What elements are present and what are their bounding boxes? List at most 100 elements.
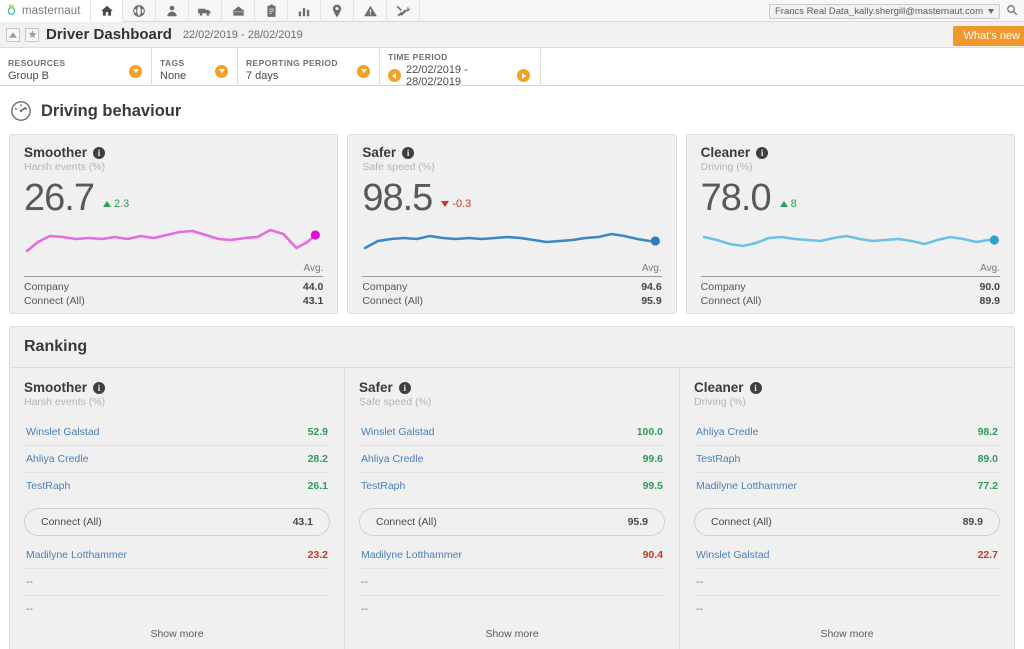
chevron-down-icon[interactable]: [129, 65, 142, 78]
connect-all-pill: Connect (All) 43.1: [24, 508, 330, 536]
driver-name[interactable]: --: [361, 603, 368, 615]
ranking-row[interactable]: Ahliya Credle 99.6: [359, 446, 665, 473]
collapse-panel-button[interactable]: [6, 27, 20, 42]
triangle-up-icon: [102, 201, 111, 207]
connect-all-label: Connect (All): [711, 516, 772, 528]
card-safer-row-company: Company 94.6: [362, 280, 661, 294]
nav-bar-chart-icon[interactable]: [288, 0, 321, 22]
ranking-row[interactable]: TestRaph 89.0: [694, 446, 1000, 473]
row-value: 43.1: [302, 295, 324, 308]
driver-score: 89.0: [977, 453, 998, 465]
card-smoother-delta: 2.3: [102, 198, 129, 210]
previous-period-button[interactable]: [388, 69, 401, 82]
row-label: Connect (All): [24, 295, 85, 308]
masternaut-logo[interactable]: masternaut: [0, 0, 90, 22]
ranking-smoother-title: Smoother: [24, 380, 88, 395]
row-label: Company: [24, 281, 69, 293]
ranking-row[interactable]: TestRaph 99.5: [359, 473, 665, 499]
whats-new-button[interactable]: What's new: [953, 26, 1024, 46]
info-icon[interactable]: i: [756, 146, 769, 159]
show-more-button[interactable]: Show more: [694, 622, 1000, 647]
ranking-row[interactable]: Winslet Galstad 52.9: [24, 419, 330, 446]
next-period-button[interactable]: [517, 69, 530, 82]
ranking-row[interactable]: Ahliya Credle 28.2: [24, 446, 330, 473]
ranking-row[interactable]: --: [24, 596, 330, 622]
card-smoother-row-company: Company 44.0: [24, 280, 323, 294]
search-icon[interactable]: [1006, 4, 1018, 19]
driver-score: 23.2: [307, 549, 328, 561]
nav-map-pin-icon[interactable]: [321, 0, 354, 22]
card-smoother-row-connect: Connect (All) 43.1: [24, 294, 323, 308]
ranking-row[interactable]: --: [694, 569, 1000, 596]
ranking-row[interactable]: Winslet Galstad 100.0: [359, 419, 665, 446]
show-more-button[interactable]: Show more: [359, 622, 665, 647]
driver-name[interactable]: TestRaph: [361, 480, 405, 492]
nav-clipboard-icon[interactable]: [255, 0, 288, 22]
favourite-star-icon[interactable]: [25, 27, 39, 42]
ranking-row[interactable]: --: [694, 596, 1000, 622]
driver-name[interactable]: TestRaph: [696, 453, 740, 465]
ranking-row[interactable]: Ahliya Credle 98.2: [694, 419, 1000, 446]
info-icon[interactable]: i: [749, 381, 762, 394]
card-cleaner-delta-value: 8: [790, 198, 797, 210]
show-more-button[interactable]: Show more: [24, 622, 330, 647]
filter-reporting-period[interactable]: REPORTING PERIOD 7 days: [238, 48, 380, 86]
nav-truck-icon[interactable]: [189, 0, 222, 22]
ranking-row[interactable]: Madilyne Lotthammer 90.4: [359, 542, 665, 569]
driver-name[interactable]: --: [26, 576, 33, 588]
filter-time-period[interactable]: TIME PERIOD 22/02/2019 - 28/02/2019: [380, 48, 541, 88]
nav-envelope-icon[interactable]: [222, 0, 255, 22]
info-icon[interactable]: i: [398, 381, 411, 394]
card-safer: Safer i Safe speed (%) 98.5 -0.3 Avg. Co…: [347, 134, 677, 314]
ranking-row[interactable]: Madilyne Lotthammer 23.2: [24, 542, 330, 569]
filter-resources-value: Group B: [8, 69, 49, 82]
info-icon[interactable]: i: [93, 381, 106, 394]
driver-name[interactable]: Ahliya Credle: [26, 453, 88, 465]
driver-name[interactable]: Winslet Galstad: [361, 426, 435, 438]
nav-tools-icon[interactable]: [387, 0, 420, 22]
ranking-header: Ranking: [10, 327, 1014, 368]
ranking-row[interactable]: --: [359, 569, 665, 596]
driver-name[interactable]: Madilyne Lotthammer: [26, 549, 127, 561]
driver-name[interactable]: Madilyne Lotthammer: [361, 549, 462, 561]
card-safer-delta-value: -0.3: [452, 198, 472, 210]
driver-name[interactable]: --: [696, 576, 703, 588]
ranking-column-smoother: Smoother i Harsh events (%) Winslet Gals…: [10, 368, 345, 649]
driver-name[interactable]: Winslet Galstad: [26, 426, 100, 438]
driver-name[interactable]: Ahliya Credle: [696, 426, 758, 438]
driver-name[interactable]: --: [361, 576, 368, 588]
filter-resources[interactable]: RESOURCES Group B: [0, 48, 152, 86]
sparkline-safer: [362, 217, 661, 263]
page-header: Driver Dashboard 22/02/2019 - 28/02/2019…: [0, 22, 1024, 48]
card-cleaner-avg-header: Avg.: [980, 263, 1000, 274]
filter-tags[interactable]: TAGS None: [152, 48, 238, 86]
nav-person-icon[interactable]: [156, 0, 189, 22]
ranking-row[interactable]: Winslet Galstad 22.7: [694, 542, 1000, 569]
chevron-down-icon[interactable]: [215, 65, 228, 78]
card-smoother-value: 26.7: [24, 177, 95, 219]
driver-name[interactable]: --: [26, 603, 33, 615]
ranking-row[interactable]: --: [359, 596, 665, 622]
user-account-dropdown[interactable]: Francs Real Data_kally.shergill@masterna…: [769, 3, 1000, 19]
nav-home-icon[interactable]: [90, 0, 123, 22]
connect-all-value: 43.1: [292, 516, 313, 528]
topbar-right-cluster: Francs Real Data_kally.shergill@masterna…: [769, 0, 1024, 22]
driver-name[interactable]: Ahliya Credle: [361, 453, 423, 465]
nav-warning-icon[interactable]: [354, 0, 387, 22]
driver-name[interactable]: Winslet Galstad: [696, 549, 770, 561]
ranking-row[interactable]: Madilyne Lotthammer 77.2: [694, 473, 1000, 499]
nav-globe-icon[interactable]: [123, 0, 156, 22]
info-icon[interactable]: i: [402, 146, 415, 159]
card-safer-value: 98.5: [362, 177, 433, 219]
connect-all-label: Connect (All): [376, 516, 437, 528]
driver-name[interactable]: TestRaph: [26, 480, 70, 492]
driver-score: 90.4: [642, 549, 663, 561]
chevron-down-icon[interactable]: [357, 65, 370, 78]
driver-name[interactable]: --: [696, 603, 703, 615]
info-icon[interactable]: i: [93, 146, 106, 159]
driver-name[interactable]: Madilyne Lotthammer: [696, 480, 797, 492]
ranking-row[interactable]: --: [24, 569, 330, 596]
card-smoother-subtitle: Harsh events (%): [24, 161, 106, 173]
row-label: Company: [362, 281, 408, 293]
ranking-row[interactable]: TestRaph 26.1: [24, 473, 330, 499]
